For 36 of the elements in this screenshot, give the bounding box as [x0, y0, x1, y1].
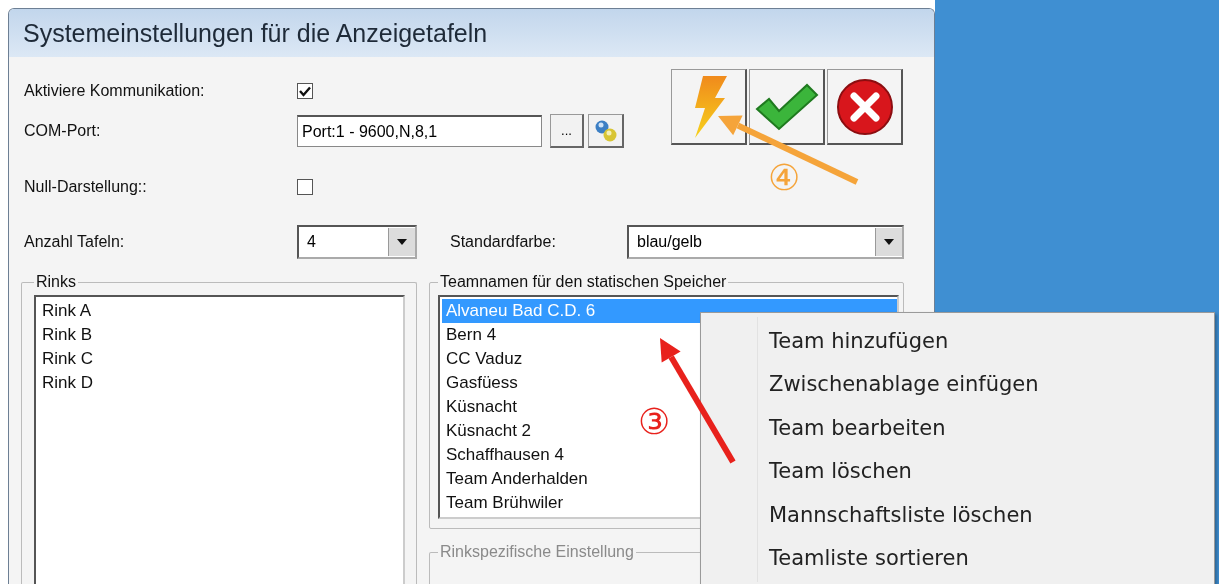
- port-field[interactable]: Port:1 - 9600,N,8,1: [297, 115, 542, 147]
- group-title: Rinkspezifische Einstellung: [439, 543, 635, 561]
- menu-item[interactable]: Team bearbeiten: [769, 406, 1214, 450]
- dropdown-value: 4: [306, 233, 316, 251]
- menu-item[interactable]: Zwischenablage einfügen: [769, 362, 1214, 406]
- setting-label: Aktiviere Kommunikation:: [23, 82, 206, 100]
- checkbox[interactable]: [297, 179, 313, 195]
- cancel-button[interactable]: [827, 69, 903, 145]
- ok-button[interactable]: [749, 69, 825, 145]
- send-button[interactable]: [671, 69, 747, 145]
- setting-label: Anzahl Tafeln:: [23, 233, 126, 251]
- step-number: ③: [638, 402, 671, 442]
- caret-icon: [397, 239, 407, 245]
- dropdown-value: blau/gelb: [636, 233, 702, 251]
- list-item[interactable]: Rink C: [38, 347, 403, 371]
- menu-item[interactable]: Teamliste sortieren: [769, 536, 1214, 580]
- caret-icon: [884, 239, 894, 245]
- step-number: ④: [768, 158, 801, 198]
- window-title: Systemeinstellungen für die Anzeigetafeln: [23, 18, 488, 48]
- setting-label: Null-Darstellung::: [23, 178, 148, 196]
- setting-label: COM-Port:: [23, 122, 102, 140]
- color-dropdown[interactable]: blau/gelb: [627, 225, 904, 259]
- list-item[interactable]: Rink B: [38, 323, 403, 347]
- group-title: Teamnamen für den statischen Speicher: [439, 273, 728, 291]
- setting-label: Standardfarbe:: [449, 233, 557, 251]
- list-item[interactable]: Rink D: [38, 371, 403, 395]
- menu-item[interactable]: Team löschen: [769, 449, 1214, 493]
- browse-button[interactable]: ...: [550, 114, 584, 148]
- close-icon: [835, 77, 894, 136]
- list-item[interactable]: Rink A: [38, 299, 403, 323]
- menu-item[interactable]: Mannschaftsliste löschen: [769, 493, 1214, 537]
- checkmark-icon: [754, 82, 819, 131]
- connect-button[interactable]: [588, 114, 624, 148]
- boards-dropdown[interactable]: 4: [297, 225, 417, 259]
- checkbox[interactable]: [297, 83, 313, 99]
- group-title: Rinks: [35, 273, 77, 291]
